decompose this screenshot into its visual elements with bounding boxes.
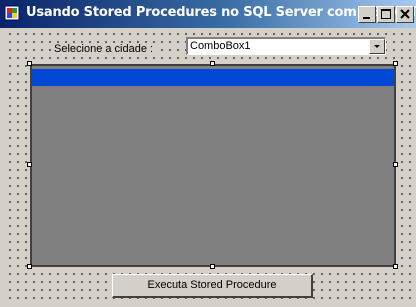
close-icon	[400, 9, 410, 19]
maximize-button[interactable]	[377, 6, 395, 23]
minimize-icon	[363, 17, 370, 19]
minimize-button[interactable]	[358, 6, 376, 23]
city-combobox[interactable]: ComboBox1	[186, 37, 386, 55]
grid-caption-bar	[32, 69, 394, 86]
city-combobox-value: ComboBox1	[190, 40, 251, 52]
execute-stored-procedure-button[interactable]: Executa Stored Procedure	[112, 274, 313, 298]
close-button[interactable]	[396, 6, 414, 23]
resize-handle-bottom-right[interactable]	[393, 264, 398, 269]
city-label: Selecione a cidade :	[52, 43, 156, 55]
combobox-dropdown-button[interactable]	[369, 39, 385, 54]
resize-handle-bottom-left[interactable]	[27, 264, 32, 269]
main-window: Usando Stored Procedures no SQL Server c…	[0, 0, 416, 307]
maximize-icon	[381, 9, 391, 19]
form-designer-surface: Selecione a cidade : ComboBox1 Executa S…	[4, 28, 412, 303]
resize-handle-top[interactable]	[210, 61, 215, 66]
title-bar[interactable]: Usando Stored Procedures no SQL Server c…	[0, 0, 416, 28]
dropdown-arrow-icon	[374, 45, 380, 48]
data-grid[interactable]	[30, 64, 396, 267]
resize-handle-top-right[interactable]	[393, 61, 398, 66]
resize-handle-left[interactable]	[27, 162, 32, 167]
resize-handle-right[interactable]	[393, 162, 398, 167]
app-icon[interactable]	[4, 5, 20, 21]
resize-handle-bottom[interactable]	[210, 264, 215, 269]
resize-handle-top-left[interactable]	[27, 61, 32, 66]
